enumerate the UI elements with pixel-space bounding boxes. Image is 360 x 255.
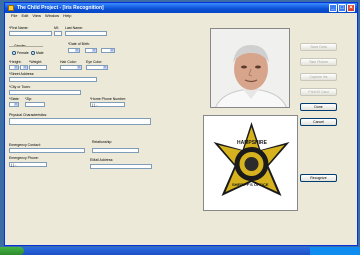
menu-edit[interactable]: Edit xyxy=(21,13,28,19)
dob-day-select[interactable]: ▾ xyxy=(85,48,97,53)
capture-iris-button[interactable]: Capture Iris xyxy=(300,73,337,81)
menu-file[interactable]: File xyxy=(11,13,17,19)
save-data-button[interactable]: Save Data xyxy=(300,43,337,51)
gender-group-line xyxy=(9,46,43,47)
home-phone-label: *Home Phone Number: xyxy=(90,97,127,101)
start-button[interactable] xyxy=(0,247,24,255)
state-select[interactable]: ▾ xyxy=(9,102,19,107)
email-label: EMail Address: xyxy=(90,158,114,162)
physical-input[interactable] xyxy=(9,118,151,125)
app-icon xyxy=(8,5,14,11)
title-bar[interactable]: The Child Project - [Iris Recognition] _… xyxy=(5,3,357,13)
print-id-button[interactable]: Print ID Card xyxy=(300,88,337,96)
last-name-label: Last Name: xyxy=(65,26,83,30)
state-label: *State: xyxy=(9,97,20,101)
email-input[interactable] xyxy=(90,164,152,169)
weight-input[interactable] xyxy=(29,65,47,70)
menu-view[interactable]: View xyxy=(32,13,41,19)
first-name-label: *First Name: xyxy=(9,26,29,30)
sheriff-star-icon xyxy=(213,122,290,196)
dob-month-select[interactable]: ▾ xyxy=(68,48,80,53)
home-phone-input[interactable]: ( ) - xyxy=(90,102,125,107)
male-label: Male xyxy=(36,51,44,55)
zip-input[interactable] xyxy=(25,102,45,107)
cancel-button[interactable]: Cancel xyxy=(300,118,337,126)
menu-window[interactable]: Window xyxy=(45,13,59,19)
zip-label: *Zip: xyxy=(25,97,33,101)
take-picture-button[interactable]: Take Picture xyxy=(300,58,337,66)
badge-bottom-text: SHERIFF'S OFFICE xyxy=(232,182,269,187)
emergency-contact-input[interactable] xyxy=(9,148,85,153)
male-radio[interactable] xyxy=(31,51,35,55)
city-input[interactable] xyxy=(9,90,81,95)
maximize-button[interactable]: □ xyxy=(338,4,346,12)
height-label: *Height: xyxy=(9,60,22,64)
hair-color-select[interactable]: ▾ xyxy=(60,65,82,70)
person-photo-image xyxy=(211,29,289,107)
dob-label: *Date of Birth: xyxy=(68,42,90,46)
eye-color-select[interactable]: ▾ xyxy=(86,65,108,70)
close-button[interactable]: × xyxy=(347,4,355,12)
female-label: Female xyxy=(17,51,29,55)
first-name-input[interactable] xyxy=(9,31,52,36)
hair-color-label: Hair Color: xyxy=(60,60,77,64)
window-title: The Child Project - [Iris Recognition] xyxy=(17,5,104,11)
emergency-phone-input[interactable]: ( ) - xyxy=(9,162,47,167)
physical-label: Physical Characteristics: xyxy=(9,113,48,117)
recognize-button[interactable]: Recognize xyxy=(300,174,337,182)
done-button[interactable]: Done xyxy=(300,103,337,111)
eye-color-label: Eye Color: xyxy=(86,60,103,64)
street-label: *Street Address: xyxy=(9,72,35,76)
relationship-input[interactable] xyxy=(92,148,139,153)
person-photo xyxy=(210,28,290,108)
height-feet-select[interactable]: ▾ xyxy=(9,65,19,70)
relationship-label: Relationship: xyxy=(92,140,113,144)
taskbar xyxy=(0,247,360,255)
female-radio[interactable] xyxy=(12,51,16,55)
street-input[interactable] xyxy=(9,77,97,82)
dob-year-select[interactable]: ▾ xyxy=(101,48,115,53)
badge-top-text: HAMPSHIRE xyxy=(237,140,268,146)
height-inches-select[interactable]: ▾ xyxy=(20,65,28,70)
mi-input[interactable] xyxy=(54,31,62,36)
weight-label: *Weight: xyxy=(29,60,43,64)
last-name-input[interactable] xyxy=(65,31,107,36)
emergency-phone-label: Emergency Phone: xyxy=(9,156,39,160)
mi-label: MI: xyxy=(54,26,59,30)
app-window: The Child Project - [Iris Recognition] _… xyxy=(4,2,358,246)
minimize-button[interactable]: _ xyxy=(329,4,337,12)
emergency-contact-label: Emergency Contact: xyxy=(9,143,41,147)
system-tray xyxy=(310,247,360,255)
sheriff-badge-image: HAMPSHIRE SHERIFF'S OFFICE xyxy=(203,115,298,211)
menu-bar: File Edit View Window Help xyxy=(5,13,360,19)
city-label: *City or Town: xyxy=(9,85,31,89)
menu-help[interactable]: Help xyxy=(63,13,71,19)
